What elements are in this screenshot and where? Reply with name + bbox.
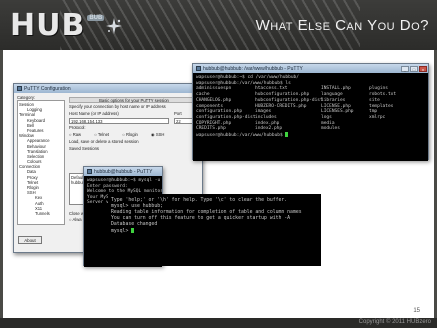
category-tree[interactable]: Session Logging Terminal Keyboard Bell F… [17,100,65,225]
terminal-mysql-session-output[interactable]: Type 'help;' or '\h' for help. Type '\c'… [108,194,321,266]
terminal-mysql-title: hubbub@hubbub - PuTTY [94,168,153,175]
radio-rlogin[interactable]: ○ Rlogin [122,132,144,137]
session-panel: Basic options for your PuTTY session Spe… [69,97,199,152]
tree-item-tunnels[interactable]: Tunnels [19,211,63,216]
logo-sub-text: BUB [87,15,105,21]
host-label: Host Name (or IP address) [69,111,119,116]
about-button[interactable]: About [18,236,42,244]
load-save-label: Load, save or delete a stored session [69,139,139,144]
close-icon[interactable]: x [419,65,427,72]
slide-title: What Else Can You Do? [255,17,429,34]
close-option-always[interactable]: ○ Alwa [69,217,82,222]
copyright-text: Copyright © 2011 HUBzero [358,319,431,325]
terminal-prompt: wapsuser@hubbub:/var/www/hubbub$ [196,132,425,139]
cursor [285,132,289,138]
cursor [131,228,135,233]
logo-main-text: HUB [10,7,86,43]
terminal-line: wapsuser@hubbub:~$ mysql -u [87,178,161,183]
destination-text: Specify your connection by host name or … [69,104,166,109]
port-label: Port [174,111,182,116]
terminal-ls-title: hubbub@hubbub: /var/www/hubbub - PuTTY [203,65,303,72]
ls-column-1: adminissuespn cache CHANGELOG.php compon… [196,86,256,132]
terminal-ls-output[interactable]: wapsuser@hubbub:~$ cd /var/www/hubbub/ w… [193,73,428,161]
hubbub-logo: HUB BUB [10,7,123,43]
ls-column-3: INSTALL.php language libraries LICENSE.p… [321,86,354,132]
terminal-ls-titlebar[interactable]: hubbub@hubbub: /var/www/hubbub - PuTTY _… [193,64,428,73]
terminal-mysql-titlebar[interactable]: hubbub@hubbub - PuTTY [84,167,162,176]
putty-icon [196,66,201,71]
radio-telnet[interactable]: ○ Telnet [94,132,115,137]
minimize-icon[interactable]: _ [401,65,409,72]
terminal-window-mysql-session: Type 'help;' or '\h' for help. Type '\c'… [108,194,321,266]
panel-heading: Basic options for your PuTTY session [69,97,199,103]
maximize-icon[interactable]: □ [410,65,418,72]
putty-config-title: PuTTY Configuration [24,85,71,92]
ls-column-2: htaccess.txt hubconfiguration.php hubcon… [255,86,323,132]
radio-raw[interactable]: ○ Raw [69,132,87,137]
page-number: 15 [413,308,420,314]
protocol-radios: ○ Raw ○ Telnet ○ Rlogin ◉ SSH [69,132,199,138]
putty-config-titlebar[interactable]: PuTTY Configuration x [14,84,202,93]
terminal-window-ls: hubbub@hubbub: /var/www/hubbub - PuTTY _… [192,63,429,161]
terminal-prompt: mysql> [111,228,318,235]
saved-sessions-label: Saved Sessions [69,146,100,151]
host-input[interactable]: 192.168.154.133 [69,118,169,124]
slide-header: HUB BUB What Else Can You Do? [0,0,437,50]
putty-icon [87,169,92,174]
putty-icon [17,86,22,91]
radio-ssh[interactable]: ◉ SSH [151,132,170,137]
slide-footer: Copyright © 2011 HUBzero [0,318,437,328]
ls-column-4: plugins robots.txt site templates tmp xm… [369,86,397,120]
sparkle-icon [106,18,123,34]
protocol-label: Protocol: [69,125,86,130]
